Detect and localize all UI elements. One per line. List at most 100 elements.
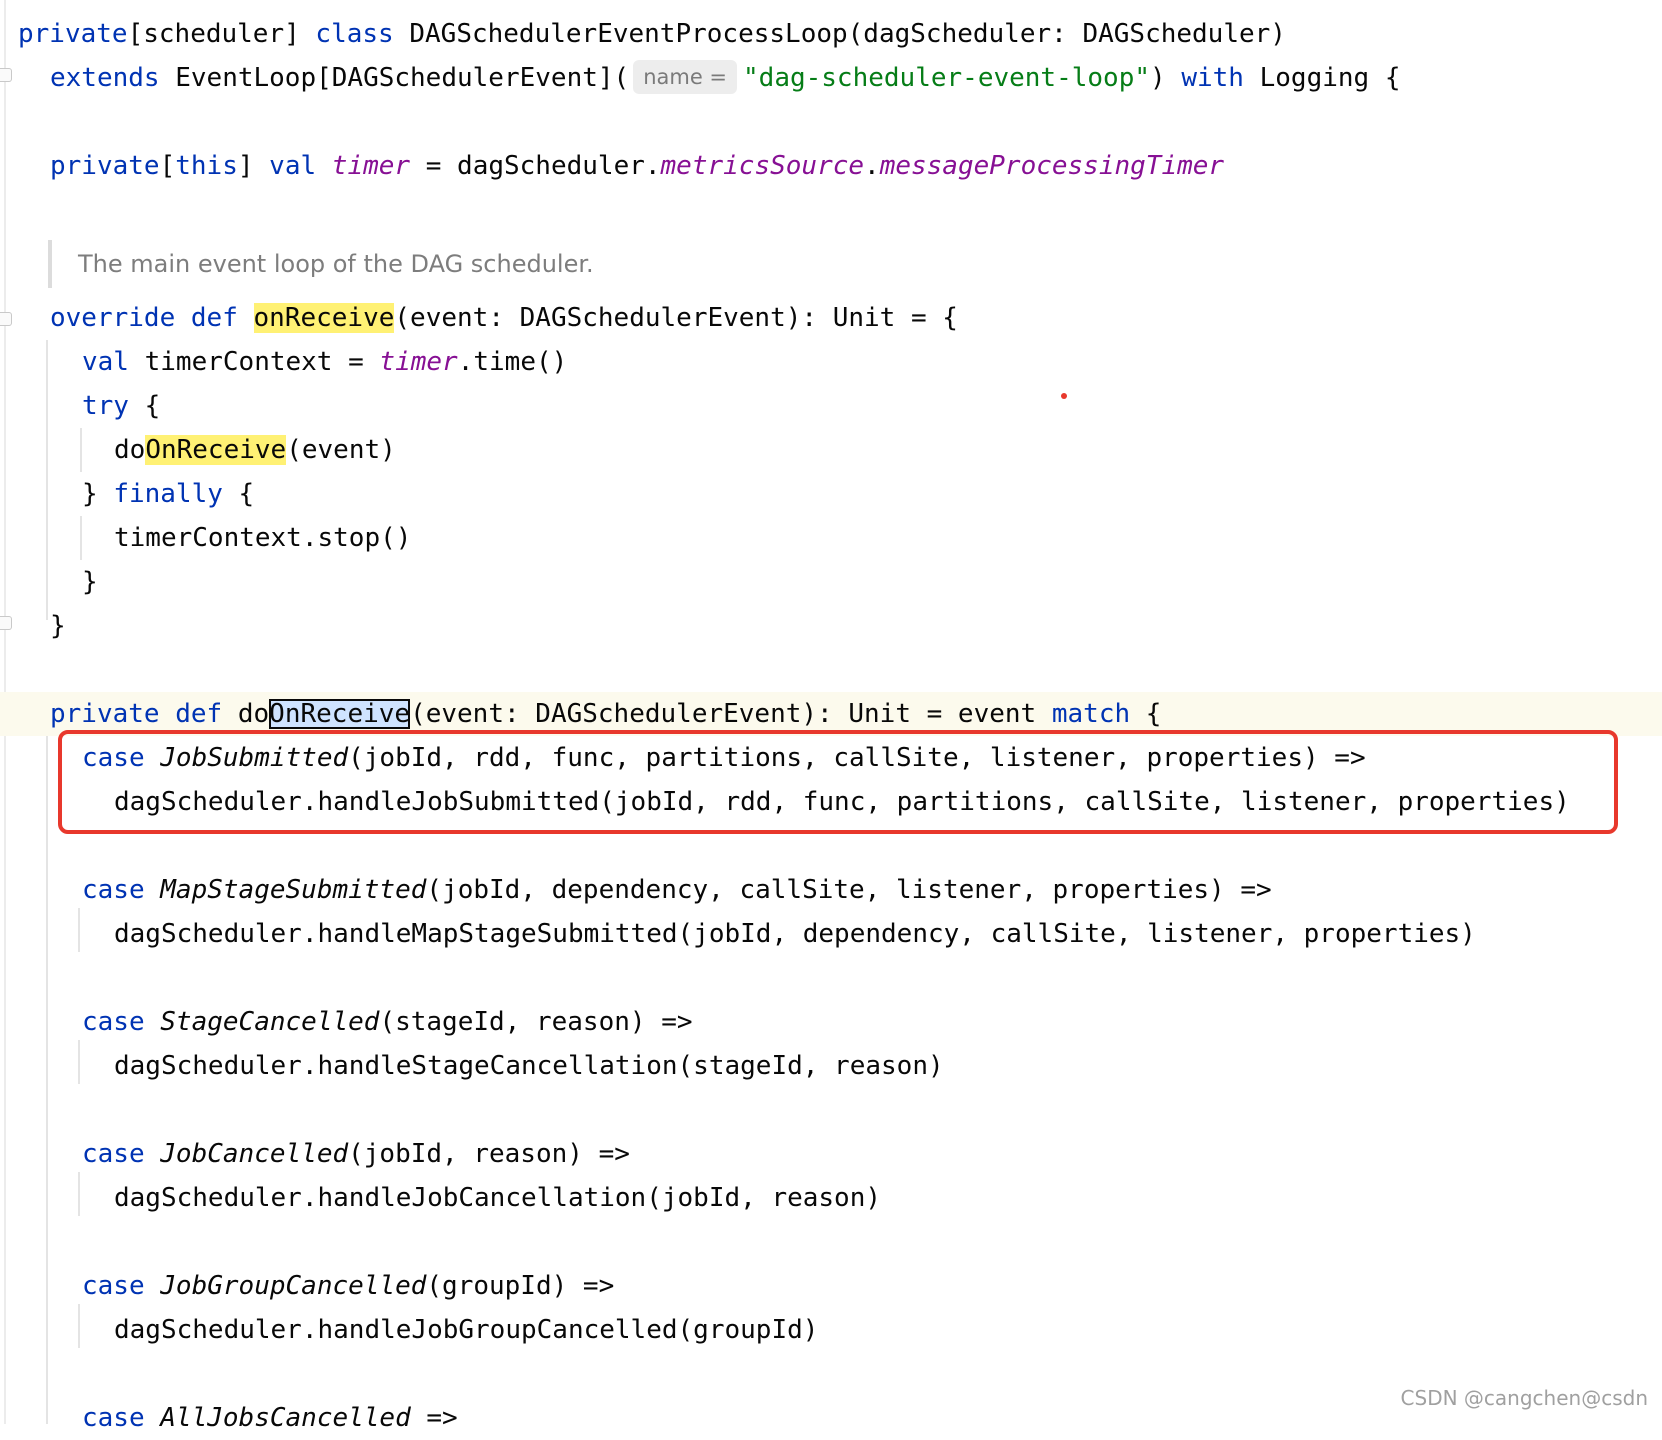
code-text: do	[237, 699, 270, 729]
code-text: {	[128, 391, 161, 421]
code-line[interactable]: doOnReceive(event)	[114, 428, 396, 472]
fold-marker-icon[interactable]	[0, 616, 12, 630]
search-match: onReceive	[253, 303, 395, 333]
search-match: OnReceive	[145, 435, 287, 465]
field-name: timer	[331, 151, 411, 181]
code-line[interactable]: val timerContext = timer.time()	[82, 340, 567, 384]
fold-marker-icon[interactable]	[0, 312, 12, 326]
keyword: private	[50, 151, 160, 181]
code-text: (jobId, dependency, callSite, listener, …	[426, 875, 1272, 905]
case-line[interactable]: case JobGroupCancelled(groupId) =>	[82, 1264, 614, 1308]
code-text: DAGSchedulerEventProcessLoop(dagSchedule…	[393, 19, 1286, 49]
keyword: case	[82, 875, 145, 905]
case-class-name: JobGroupCancelled	[160, 1271, 427, 1301]
code-text: (stageId, reason) =>	[379, 1007, 693, 1037]
code-text: timerContext =	[128, 347, 380, 377]
keyword: case	[82, 1271, 145, 1301]
indent-guide	[78, 1040, 80, 1084]
code-text: ]	[237, 151, 270, 181]
case-body-line[interactable]: dagScheduler.handleJobGroupCancelled(gro…	[114, 1308, 818, 1352]
keyword: with	[1181, 63, 1244, 93]
parameter-hint: name =	[633, 60, 738, 94]
fold-marker-icon[interactable]	[0, 68, 12, 82]
code-text: .time()	[457, 347, 568, 377]
code-text: (jobId, reason) =>	[348, 1139, 630, 1169]
case-line[interactable]: case MapStageSubmitted(jobId, dependency…	[82, 868, 1272, 912]
code-text: dagScheduler.handleStageCancellation(sta…	[114, 1051, 944, 1081]
code-text: EventLoop[DAGSchedulerEvent](	[159, 63, 630, 93]
code-text: [scheduler]	[127, 19, 316, 49]
doc-comment: The main event loop of the DAG scheduler…	[78, 250, 594, 278]
code-text: dagScheduler.handleMapStageSubmitted(job…	[114, 919, 1476, 949]
keyword: match	[1051, 699, 1131, 729]
code-line[interactable]: }	[82, 560, 98, 604]
keyword: def	[175, 699, 223, 729]
code-line[interactable]: private[this] val timer = dagScheduler.m…	[50, 144, 1224, 188]
keyword: val	[82, 347, 129, 377]
selected-search-match: OnReceive	[269, 699, 411, 729]
annotation-dot	[1061, 393, 1067, 399]
keyword: val	[269, 151, 317, 181]
field-name: timer	[379, 347, 458, 377]
code-line[interactable]: } finally {	[82, 472, 254, 516]
code-text: }	[82, 479, 114, 509]
keyword: case	[82, 1403, 145, 1433]
code-text: (event: DAGSchedulerEvent): Unit = {	[394, 303, 958, 333]
indent-guide	[46, 736, 48, 1424]
code-text: }	[50, 611, 66, 641]
code-text: {	[222, 479, 255, 509]
code-line[interactable]: extends EventLoop[DAGSchedulerEvent](nam…	[50, 56, 1401, 100]
keyword: case	[82, 1007, 145, 1037]
code-text: (event)	[286, 435, 396, 465]
case-body-line[interactable]: dagScheduler.handleStageCancellation(sta…	[114, 1044, 944, 1088]
case-line[interactable]: case StageCancelled(stageId, reason) =>	[82, 1000, 693, 1044]
indent-guide	[78, 1172, 80, 1216]
case-body-line[interactable]: dagScheduler.handleMapStageSubmitted(job…	[114, 912, 1476, 956]
indent-guide	[80, 516, 82, 560]
indent-guide	[78, 1304, 80, 1348]
code-line[interactable]: try {	[82, 384, 160, 428]
string-literal: "dag-scheduler-event-loop"	[743, 63, 1151, 93]
case-class-name: JobCancelled	[160, 1139, 349, 1169]
keyword: override	[50, 303, 176, 333]
keyword: this	[175, 151, 238, 181]
keyword: private	[50, 699, 160, 729]
indent-guide	[46, 340, 48, 620]
case-body-line[interactable]: dagScheduler.handleJobCancellation(jobId…	[114, 1176, 881, 1220]
case-class-name: MapStageSubmitted	[160, 875, 427, 905]
code-text: {	[1130, 699, 1162, 729]
code-text: dagScheduler.handleJobGroupCancelled(gro…	[114, 1315, 819, 1345]
code-line[interactable]: private[scheduler] class DAGSchedulerEve…	[18, 12, 1286, 56]
keyword: private	[18, 19, 128, 49]
code-text: do	[114, 435, 146, 465]
case-line[interactable]: case JobCancelled(jobId, reason) =>	[82, 1132, 630, 1176]
case-class-name: StageCancelled	[160, 1007, 380, 1037]
code-editor[interactable]: private[scheduler] class DAGSchedulerEve…	[0, 0, 1662, 1433]
code-text: (event: DAGSchedulerEvent): Unit = event	[410, 699, 1052, 729]
indent-guide	[80, 428, 82, 472]
code-text: Logging {	[1243, 63, 1401, 93]
case-line[interactable]: case AllJobsCancelled =>	[82, 1396, 458, 1440]
keyword: extends	[50, 63, 160, 93]
keyword: def	[190, 303, 238, 333]
code-text: timerContext.stop()	[114, 523, 412, 553]
field-name: metricsSource	[660, 151, 865, 181]
code-line[interactable]: override def onReceive(event: DAGSchedul…	[50, 296, 958, 340]
indent-guide	[78, 908, 80, 952]
watermark: CSDN @cangchen@csdn	[1400, 1386, 1648, 1410]
code-line[interactable]: timerContext.stop()	[114, 516, 411, 560]
doc-comment-bar	[48, 240, 52, 288]
code-text: dagScheduler.handleJobCancellation(jobId…	[114, 1183, 882, 1213]
keyword: case	[82, 1139, 145, 1169]
code-text: (groupId) =>	[426, 1271, 615, 1301]
field-name: messageProcessingTimer	[879, 151, 1225, 181]
annotation-highlight-box	[58, 730, 1618, 834]
code-text: .	[864, 151, 880, 181]
code-text: =>	[410, 1403, 458, 1433]
keyword: class	[315, 19, 394, 49]
keyword: try	[82, 391, 129, 421]
keyword: finally	[113, 479, 223, 509]
code-line[interactable]: }	[50, 604, 66, 648]
code-text: [	[159, 151, 176, 181]
case-class-name: AllJobsCancelled	[160, 1403, 411, 1433]
